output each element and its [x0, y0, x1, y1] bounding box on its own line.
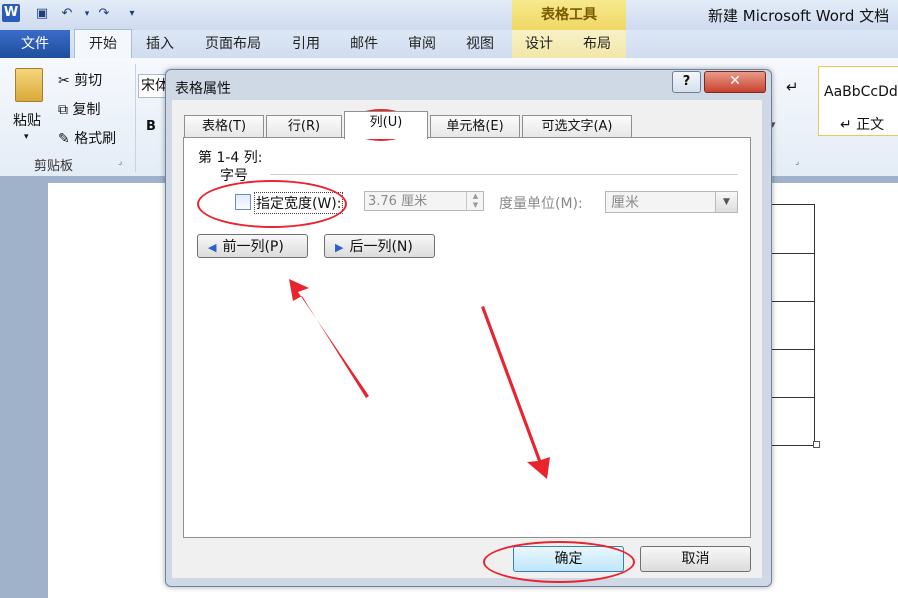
tab-column[interactable]: 列(U)	[344, 111, 428, 139]
annotation-arrow	[289, 279, 369, 398]
annotation-arrow	[481, 306, 550, 479]
annotation-arrows	[289, 279, 550, 479]
